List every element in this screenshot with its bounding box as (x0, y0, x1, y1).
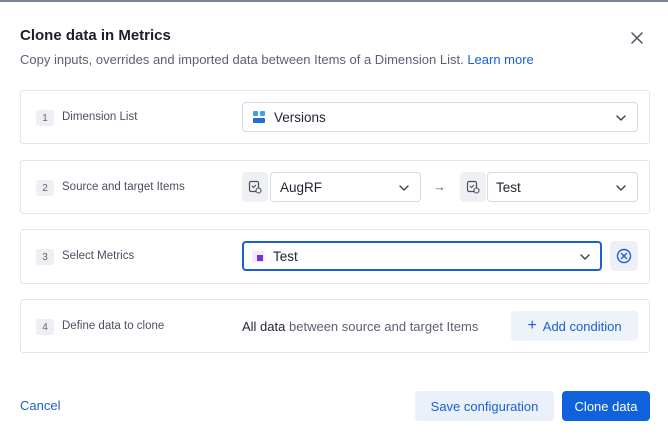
step-number: 3 (36, 249, 54, 265)
cancel-button[interactable]: Cancel (20, 398, 60, 413)
metric-icon (252, 250, 265, 263)
chevron-down-icon (580, 254, 590, 260)
step-define-data: 4 Define data to clone All data between … (20, 299, 650, 353)
step-dimension-list: 1 Dimension List Versions (20, 90, 650, 144)
dialog-title: Clone data in Metrics (20, 27, 171, 44)
step-label: Define data to clone (62, 320, 165, 332)
dialog-subtitle: Copy inputs, overrides and imported data… (20, 52, 534, 67)
subtitle-text: Copy inputs, overrides and imported data… (20, 52, 464, 67)
step-source-target: 2 Source and target Items AugRF → Test (20, 160, 650, 214)
save-configuration-button[interactable]: Save configuration (415, 391, 554, 421)
chevron-down-icon (616, 185, 626, 191)
step-label: Dimension List (62, 111, 138, 123)
dimension-list-value: Versions (274, 109, 326, 125)
step-number: 1 (36, 110, 54, 126)
clone-data-dialog: Clone data in Metrics Copy inputs, overr… (0, 2, 668, 438)
learn-more-link[interactable]: Learn more (467, 52, 533, 67)
source-item-select[interactable]: AugRF (270, 172, 421, 202)
clear-circle-icon[interactable] (610, 241, 638, 271)
close-icon[interactable] (627, 28, 647, 48)
chevron-down-icon (399, 185, 409, 191)
step-select-metrics: 3 Select Metrics Test (20, 229, 650, 284)
dimension-list-select[interactable]: Versions (242, 102, 638, 132)
item-settings-icon (460, 172, 486, 202)
target-item-value: Test (496, 179, 521, 195)
plus-icon: + (527, 317, 537, 334)
step-number: 2 (36, 180, 54, 196)
data-scope-strong: All data (242, 319, 286, 334)
target-item-select[interactable]: Test (487, 172, 638, 202)
add-condition-label: Add condition (542, 318, 622, 334)
step-number: 4 (36, 319, 54, 335)
step-label: Source and target Items (62, 181, 185, 193)
versions-grid-icon (252, 110, 266, 124)
source-item-value: AugRF (280, 179, 323, 195)
metrics-select[interactable]: Test (242, 241, 602, 271)
data-scope-summary: All data between source and target Items (242, 319, 478, 334)
data-scope-rest: between source and target Items (289, 319, 479, 334)
arrow-right-icon: → (433, 179, 446, 194)
step-label: Select Metrics (62, 250, 135, 262)
metrics-value: Test (273, 248, 298, 264)
clone-data-button[interactable]: Clone data (562, 391, 650, 421)
item-settings-icon (242, 172, 268, 202)
chevron-down-icon (616, 115, 626, 121)
add-condition-button[interactable]: + Add condition (511, 311, 638, 341)
